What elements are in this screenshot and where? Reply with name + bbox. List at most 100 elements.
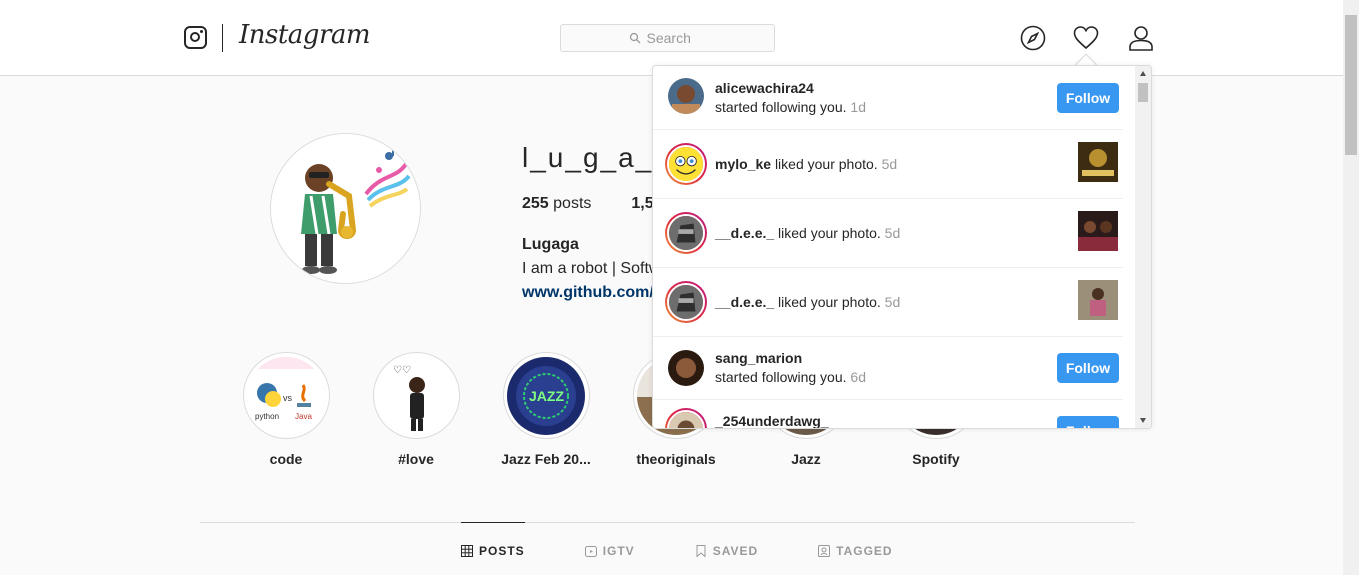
tab-saved[interactable]: SAVED bbox=[695, 522, 758, 575]
highlight-label: Spotify bbox=[912, 451, 960, 467]
search-box[interactable] bbox=[560, 24, 775, 52]
page-scrollbar[interactable] bbox=[1343, 0, 1359, 575]
highlight-cover-jazz-feb: JAZZ bbox=[507, 356, 585, 435]
posts-label: posts bbox=[553, 195, 592, 212]
activity-item[interactable]: __d.e.e._ liked your photo. 5d bbox=[653, 199, 1123, 268]
activity-action: liked your photo. bbox=[778, 225, 881, 241]
follow-button[interactable]: Follow bbox=[1057, 353, 1119, 383]
activity-time: 5d bbox=[881, 156, 898, 172]
activity-username[interactable]: mylo_ke bbox=[715, 156, 771, 172]
highlight-code[interactable]: vs python Java code bbox=[221, 352, 351, 467]
activity-item[interactable]: _254underdawg_ Follow bbox=[653, 400, 1123, 428]
tab-tagged[interactable]: TAGGED bbox=[818, 522, 892, 575]
profile-tabs: POSTS IGTV SAVED TAGGED bbox=[461, 522, 893, 575]
posts-stat[interactable]: 255 posts bbox=[522, 195, 591, 213]
activity-item[interactable]: __d.e.e._ liked your photo. 5d bbox=[653, 268, 1123, 337]
tag-icon bbox=[818, 544, 831, 557]
svg-text:Java: Java bbox=[295, 412, 312, 421]
activity-text: alicewachira24 started following you. 1d bbox=[715, 79, 866, 117]
highlight-label: code bbox=[269, 451, 303, 467]
follow-button[interactable]: Follow bbox=[1057, 416, 1119, 428]
tv-icon bbox=[584, 545, 597, 557]
profile-stats: 255 posts 1,5 bbox=[522, 195, 654, 213]
avatar-with-story[interactable] bbox=[665, 281, 707, 323]
liked-photo-thumbnail[interactable] bbox=[1078, 142, 1118, 182]
grid-icon bbox=[461, 544, 473, 557]
scroll-up-arrow-icon[interactable] bbox=[1140, 71, 1146, 76]
activity-action: started following you. bbox=[715, 369, 847, 385]
activity-time: 1d bbox=[850, 99, 866, 115]
activity-action: liked your photo. bbox=[778, 294, 881, 310]
tab-label: SAVED bbox=[712, 543, 759, 558]
avatar[interactable] bbox=[668, 350, 704, 386]
instagram-logo-icon[interactable] bbox=[184, 26, 207, 49]
profile-bio: I am a robot | Softw bbox=[522, 260, 661, 277]
highlight-jazz-feb[interactable]: JAZZ Jazz Feb 20... bbox=[481, 352, 611, 467]
highlight-ring: JAZZ bbox=[502, 352, 590, 439]
activity-scrollbar[interactable] bbox=[1135, 66, 1151, 428]
avatar-with-story[interactable] bbox=[665, 143, 707, 185]
highlight-label: #love bbox=[398, 451, 434, 467]
search-icon bbox=[629, 32, 640, 44]
followers-stat[interactable]: 1,5 bbox=[631, 195, 653, 213]
saxophone-avatar-illustration bbox=[271, 134, 420, 283]
activity-item[interactable]: mylo_ke liked your photo. 5d bbox=[653, 130, 1123, 199]
tab-label: TAGGED bbox=[836, 543, 893, 558]
highlight-cover-code: vs python Java bbox=[247, 356, 325, 435]
highlight-label: Jazz bbox=[791, 451, 821, 467]
activity-username[interactable]: sang_marion bbox=[715, 350, 802, 366]
posts-count: 255 bbox=[522, 195, 549, 212]
activity-text: mylo_ke liked your photo. 5d bbox=[715, 155, 897, 174]
page-scrollbar-thumb[interactable] bbox=[1345, 15, 1357, 155]
followers-count: 1,5 bbox=[631, 195, 654, 212]
activity-username[interactable]: alicewachira24 bbox=[715, 80, 814, 96]
tab-posts[interactable]: POSTS bbox=[461, 522, 525, 575]
activity-username[interactable]: _254underdawg_ bbox=[715, 413, 829, 428]
highlight-label: theoriginals bbox=[636, 451, 716, 467]
svg-text:vs: vs bbox=[283, 393, 293, 403]
search-input[interactable] bbox=[646, 30, 707, 46]
avatar[interactable] bbox=[668, 78, 704, 114]
profile-website-link[interactable]: www.github.com/ bbox=[522, 284, 654, 302]
activity-text: __d.e.e._ liked your photo. 5d bbox=[715, 224, 900, 243]
activity-text: sang_marion started following you. 6d bbox=[715, 349, 866, 387]
svg-text:♡♡: ♡♡ bbox=[393, 365, 411, 376]
scroll-down-arrow-icon[interactable] bbox=[1140, 418, 1146, 423]
activity-username[interactable]: __d.e.e._ bbox=[715, 294, 774, 310]
liked-photo-thumbnail[interactable] bbox=[1078, 280, 1118, 320]
activity-text: __d.e.e._ liked your photo. 5d bbox=[715, 293, 900, 312]
instagram-wordmark[interactable]: Instagram bbox=[239, 20, 371, 50]
activity-text: _254underdawg_ bbox=[715, 412, 829, 428]
bookmark-icon bbox=[696, 544, 706, 557]
liked-photo-thumbnail[interactable] bbox=[1078, 211, 1118, 251]
tab-igtv[interactable]: IGTV bbox=[584, 522, 635, 575]
tab-label: IGTV bbox=[602, 543, 635, 558]
highlight-ring: vs python Java bbox=[242, 352, 330, 439]
person-icon[interactable] bbox=[1128, 25, 1154, 51]
profile-avatar[interactable] bbox=[270, 133, 421, 284]
heart-icon[interactable] bbox=[1073, 25, 1099, 51]
avatar-with-story[interactable] bbox=[665, 212, 707, 254]
tab-label: POSTS bbox=[479, 543, 525, 558]
activity-scrollbar-thumb[interactable] bbox=[1138, 83, 1148, 102]
activity-time: 6d bbox=[850, 369, 866, 385]
highlight-label: Jazz Feb 20... bbox=[501, 451, 591, 467]
follow-button[interactable]: Follow bbox=[1057, 83, 1119, 113]
avatar-with-story[interactable] bbox=[665, 408, 707, 428]
activity-action: liked your photo. bbox=[774, 156, 878, 172]
activity-list: alicewachira24 started following you. 1d… bbox=[653, 66, 1137, 428]
activity-action: started following you. bbox=[715, 99, 847, 115]
highlight-ring: ♡♡ bbox=[372, 352, 460, 439]
activity-dropdown: alicewachira24 started following you. 1d… bbox=[652, 65, 1152, 429]
highlight-love[interactable]: ♡♡ #love bbox=[351, 352, 481, 467]
activity-time: 5d bbox=[884, 294, 901, 310]
compass-icon[interactable] bbox=[1020, 25, 1046, 51]
logo-divider bbox=[222, 24, 223, 52]
activity-item[interactable]: alicewachira24 started following you. 1d… bbox=[653, 66, 1123, 130]
highlight-cover-love: ♡♡ bbox=[377, 356, 455, 435]
svg-text:JAZZ: JAZZ bbox=[529, 388, 564, 404]
activity-username[interactable]: __d.e.e._ bbox=[715, 225, 774, 241]
activity-time: 5d bbox=[884, 225, 901, 241]
profile-full-name: Lugaga bbox=[522, 236, 579, 253]
activity-item[interactable]: sang_marion started following you. 6d Fo… bbox=[653, 337, 1123, 400]
